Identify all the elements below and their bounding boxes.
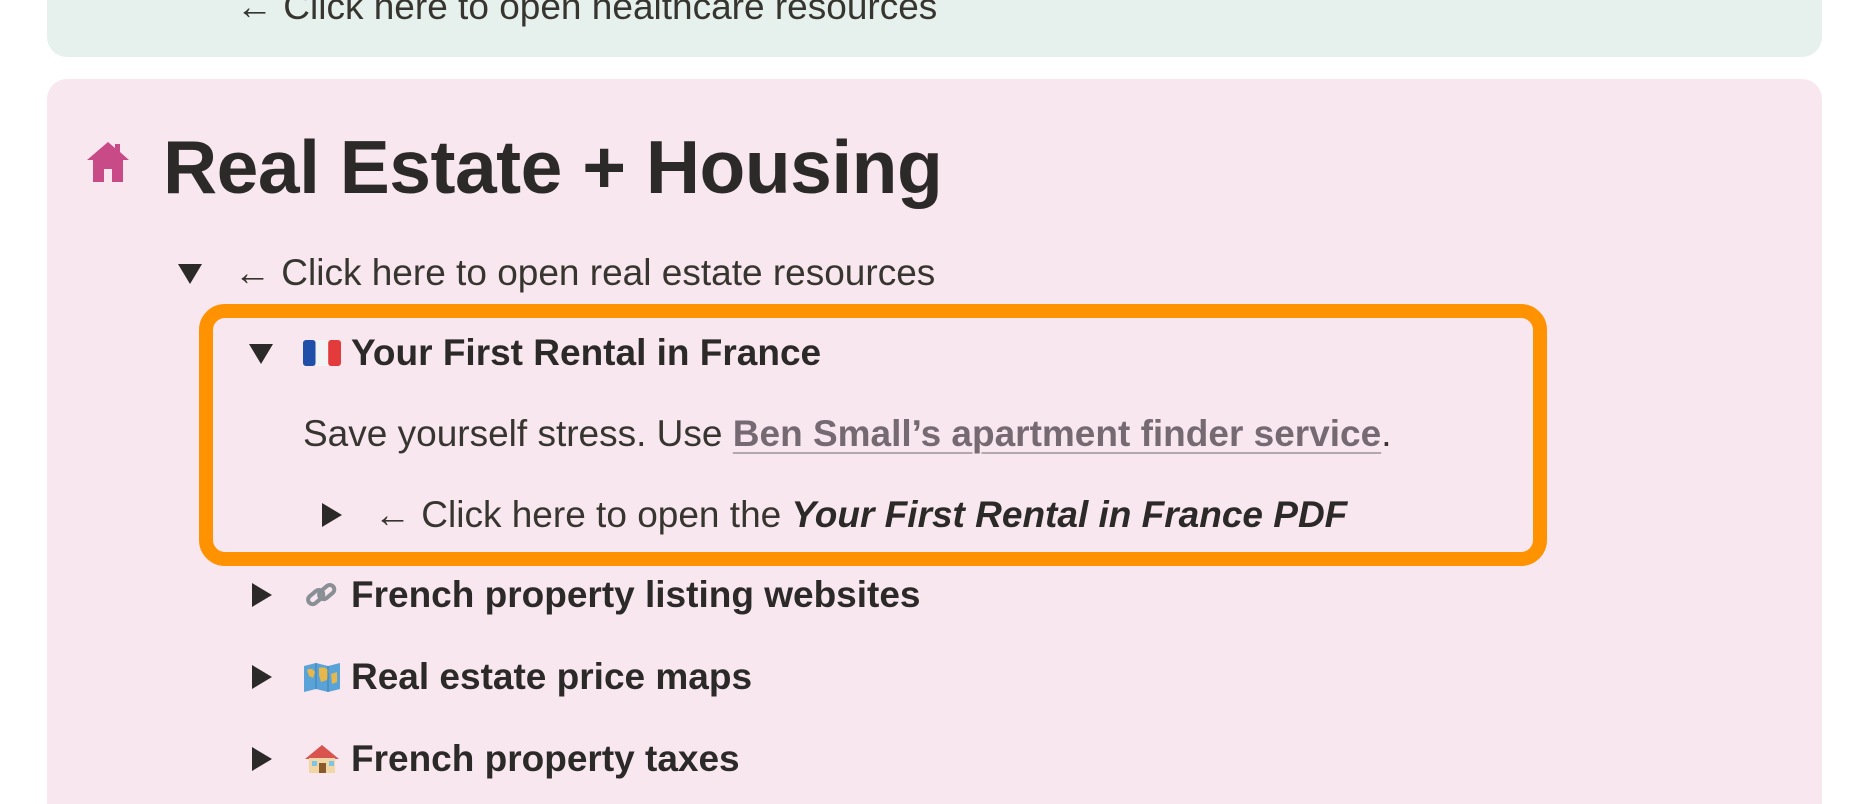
house-icon	[87, 142, 129, 182]
page: ← Click here to open healthcare resource…	[0, 0, 1868, 804]
back-arrow-icon: ←	[374, 494, 411, 535]
toggle-collapsed-icon[interactable]	[252, 583, 272, 607]
house-emoji-icon	[305, 745, 339, 773]
healthcare-toggle-label: Click here to open healthcare resources	[283, 0, 938, 27]
section-title: Real Estate + Housing	[163, 125, 943, 209]
listing-websites-title: French property listing websites	[351, 574, 921, 615]
listing-websites-toggle[interactable]: French property listing websites	[303, 574, 921, 616]
real-estate-toggle-label: Click here to open real estate resources	[281, 252, 936, 293]
toggle-expanded-icon[interactable]	[178, 264, 202, 284]
rental-pdf-prefix: Click here to open the	[421, 494, 792, 535]
rental-body-suffix: .	[1381, 413, 1392, 454]
apartment-finder-link[interactable]: Ben Small’s apartment finder service	[733, 413, 1381, 454]
rental-toggle[interactable]: Your First Rental in France	[303, 332, 821, 374]
world-map-icon	[304, 663, 340, 692]
rental-pdf-title: Your First Rental in France PDF	[791, 494, 1348, 535]
france-flag-icon	[303, 340, 341, 366]
toggle-collapsed-icon[interactable]	[322, 503, 342, 527]
rental-title: Your First Rental in France	[351, 332, 822, 373]
rental-body-prefix: Save yourself stress. Use	[303, 413, 733, 454]
healthcare-toggle-row[interactable]: ← Click here to open healthcare resource…	[236, 0, 937, 28]
back-arrow-icon: ←	[236, 0, 273, 27]
back-arrow-icon: ←	[234, 252, 271, 293]
toggle-collapsed-icon[interactable]	[252, 665, 272, 689]
property-taxes-toggle[interactable]: French property taxes	[303, 738, 740, 780]
rental-body: Save yourself stress. Use Ben Small’s ap…	[303, 413, 1392, 455]
real-estate-toggle[interactable]: ← Click here to open real estate resourc…	[234, 252, 935, 294]
link-icon	[306, 582, 337, 607]
toggle-collapsed-icon[interactable]	[252, 747, 272, 771]
price-maps-toggle[interactable]: Real estate price maps	[303, 656, 752, 698]
property-taxes-title: French property taxes	[351, 738, 740, 779]
rental-pdf-toggle[interactable]: ← Click here to open the Your First Rent…	[374, 494, 1347, 536]
toggle-expanded-icon[interactable]	[249, 344, 273, 364]
price-maps-title: Real estate price maps	[351, 656, 753, 697]
